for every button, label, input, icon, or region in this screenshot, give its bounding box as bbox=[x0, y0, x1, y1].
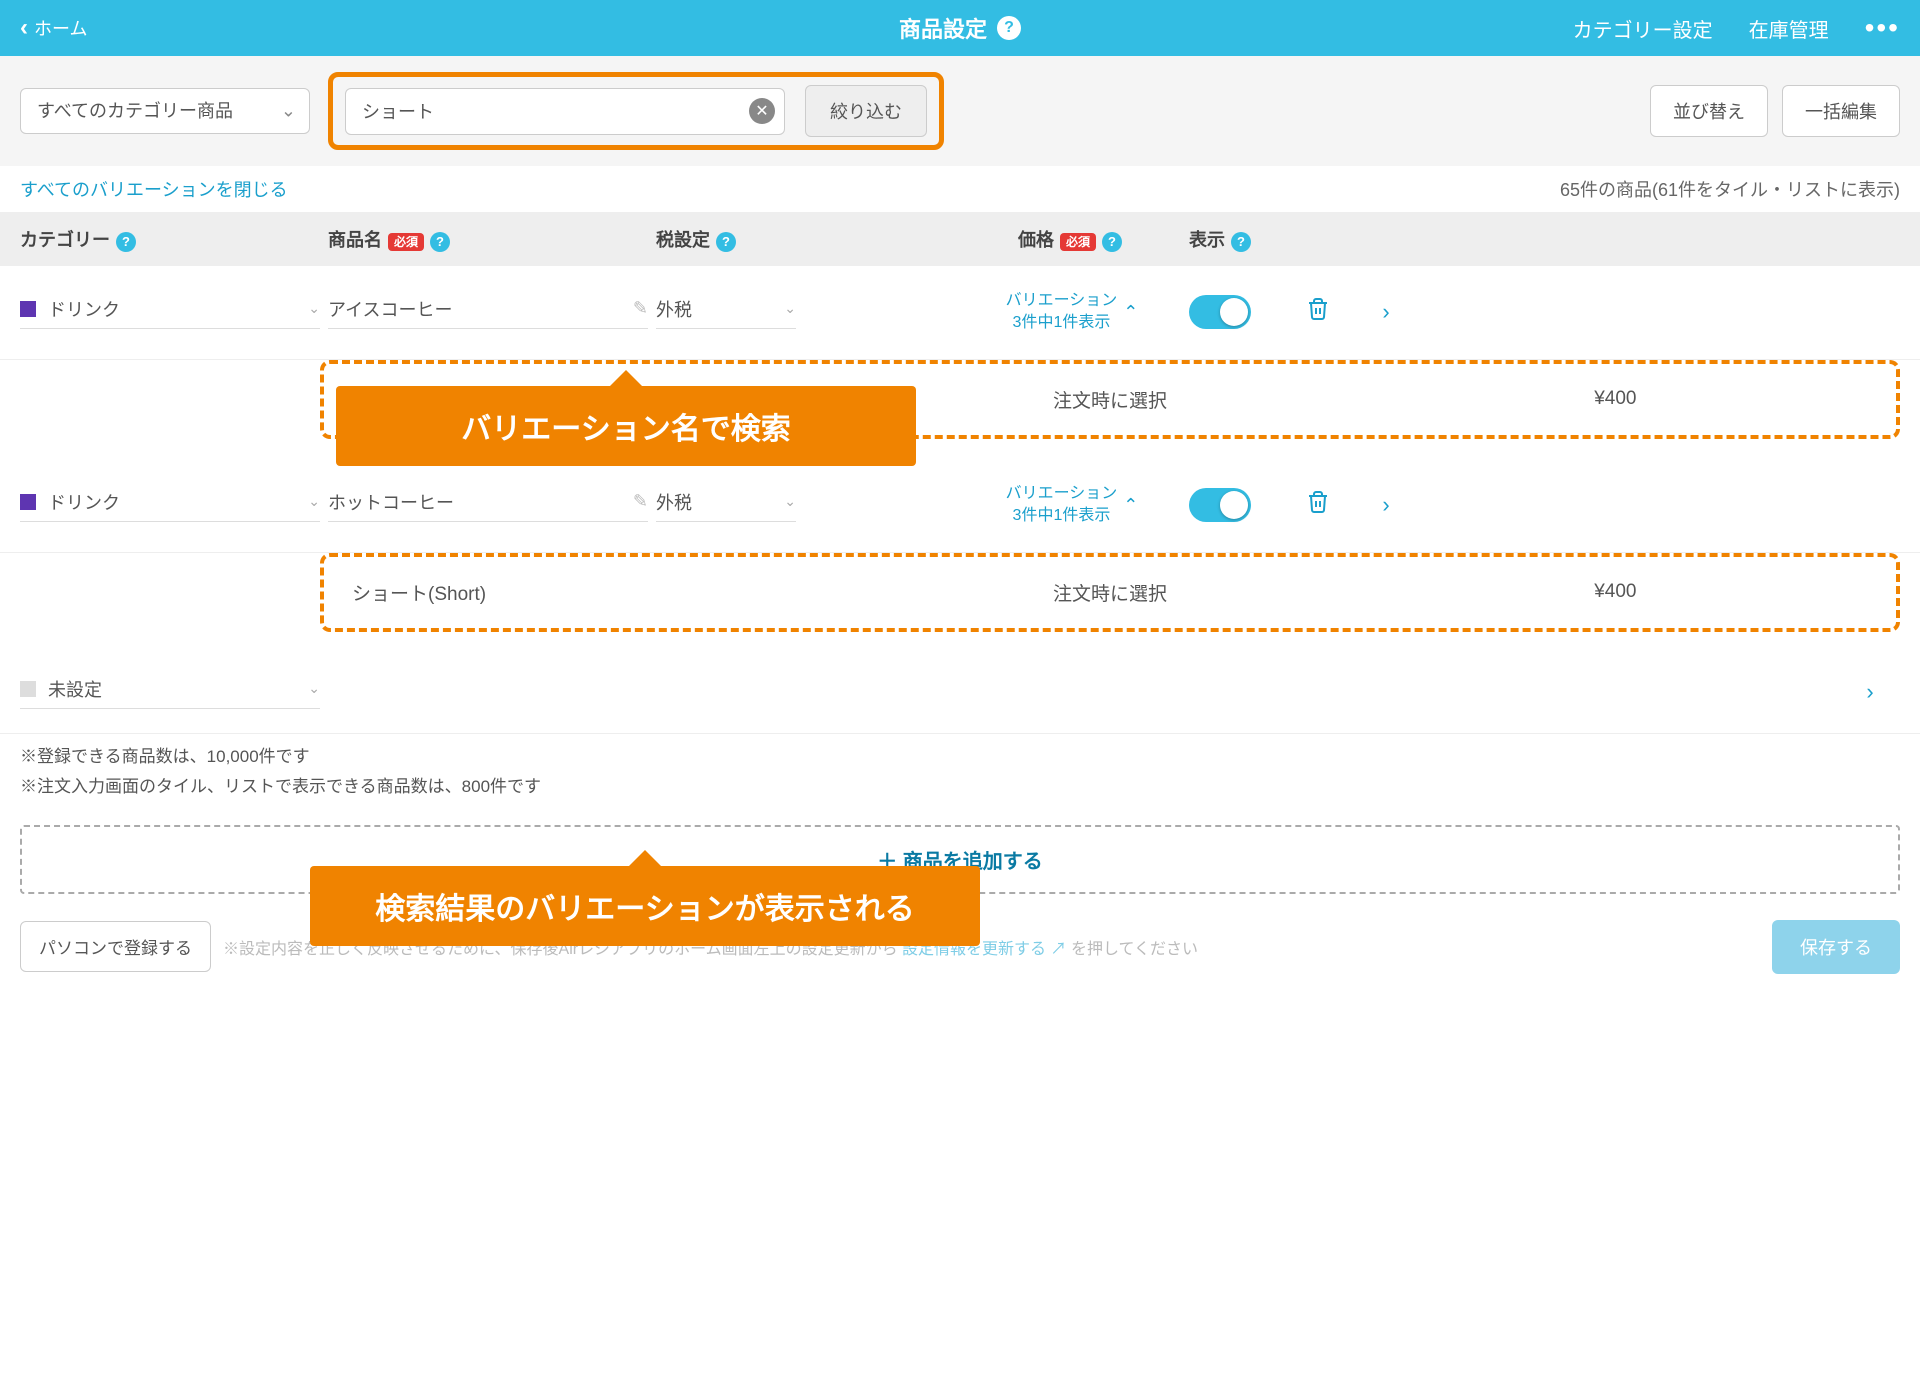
category-field[interactable]: 未設定 ⌄ bbox=[20, 676, 320, 709]
product-name-field[interactable]: ホットコーヒー ✎ bbox=[328, 489, 648, 522]
help-icon[interactable]: ? bbox=[430, 232, 450, 252]
variation-option: 注文時に選択 bbox=[857, 579, 1362, 606]
bulk-edit-button[interactable]: 一括編集 bbox=[1782, 85, 1900, 137]
page-title: 商品設定 bbox=[899, 12, 987, 44]
category-name: ドリンク bbox=[48, 296, 296, 322]
search-input[interactable] bbox=[345, 88, 785, 135]
product-name: アイスコーヒー bbox=[328, 296, 453, 322]
category-field[interactable]: ドリンク ⌄ bbox=[20, 489, 320, 522]
col-tax: 税設定? bbox=[656, 226, 796, 252]
col-name: 商品名必須? bbox=[328, 226, 648, 252]
header-nav: カテゴリー設定 在庫管理 ••• bbox=[1573, 14, 1900, 43]
variation-price: ¥400 bbox=[1363, 388, 1868, 410]
close-all-variations-link[interactable]: すべてのバリエーションを閉じる bbox=[20, 176, 288, 202]
category-name: 未設定 bbox=[48, 676, 296, 702]
category-field[interactable]: ドリンク ⌄ bbox=[20, 296, 320, 329]
tax-value: 外税 bbox=[656, 489, 692, 515]
col-display: 表示? bbox=[1160, 226, 1280, 252]
search-highlight-box: ✕ 絞り込む bbox=[328, 72, 944, 150]
trash-icon[interactable] bbox=[1288, 297, 1348, 328]
chevron-up-icon: ⌃ bbox=[1123, 302, 1138, 323]
product-row: 未設定 ⌄ › bbox=[0, 652, 1920, 734]
chevron-right-icon[interactable]: › bbox=[1840, 679, 1900, 705]
help-icon[interactable]: ? bbox=[1102, 232, 1122, 252]
category-select[interactable]: すべてのカテゴリー商品 bbox=[20, 88, 310, 134]
category-color-swatch bbox=[20, 494, 36, 510]
category-color-swatch bbox=[20, 301, 36, 317]
tax-field[interactable]: 外税 ⌄ bbox=[656, 489, 796, 522]
chevron-down-icon: ⌄ bbox=[784, 493, 796, 510]
back-button[interactable]: ‹ ホーム bbox=[20, 14, 87, 42]
variation-link[interactable]: バリエーション3件中1件表示 ⌃ bbox=[992, 483, 1152, 528]
chevron-right-icon[interactable]: › bbox=[1356, 299, 1416, 325]
category-color-swatch bbox=[20, 681, 36, 697]
chevron-up-icon: ⌃ bbox=[1123, 495, 1138, 516]
chevron-down-icon: ⌄ bbox=[308, 300, 320, 317]
back-label: ホーム bbox=[34, 15, 87, 41]
display-toggle[interactable] bbox=[1189, 488, 1251, 522]
product-name: ホットコーヒー bbox=[328, 489, 454, 515]
product-row: ドリンク ⌄ ホットコーヒー ✎ 外税 ⌄ バリエーション3件中1件表示 ⌃ › bbox=[0, 459, 1920, 553]
col-price: 価格必須? bbox=[992, 226, 1152, 252]
sort-button[interactable]: 並び替え bbox=[1650, 85, 1768, 137]
variation-name: ショート(Short) bbox=[352, 579, 857, 606]
variation-price: ¥400 bbox=[1363, 581, 1868, 603]
required-badge: 必須 bbox=[1060, 233, 1096, 251]
product-name-field[interactable]: アイスコーヒー ✎ bbox=[328, 296, 648, 329]
filter-button[interactable]: 絞り込む bbox=[805, 85, 927, 137]
chevron-down-icon: ⌄ bbox=[308, 680, 320, 697]
nav-stock-management[interactable]: 在庫管理 bbox=[1749, 14, 1829, 43]
variation-link[interactable]: バリエーション3件中1件表示 ⌃ bbox=[992, 290, 1152, 335]
help-icon[interactable]: ? bbox=[1231, 232, 1251, 252]
app-header: ‹ ホーム 商品設定 ? カテゴリー設定 在庫管理 ••• bbox=[0, 0, 1920, 56]
col-category: カテゴリー? bbox=[20, 226, 320, 252]
chevron-right-icon[interactable]: › bbox=[1356, 492, 1416, 518]
chevron-down-icon: ⌄ bbox=[784, 300, 796, 317]
chevron-down-icon: ⌄ bbox=[308, 493, 320, 510]
notes-section: ※登録できる商品数は、10,000件です ※注文入力画面のタイル、リストで表示で… bbox=[0, 734, 1920, 811]
chevron-left-icon: ‹ bbox=[20, 14, 28, 42]
display-toggle[interactable] bbox=[1189, 295, 1251, 329]
note-line: ※注文入力画面のタイル、リストで表示できる商品数は、800件です bbox=[20, 772, 1900, 803]
help-icon[interactable]: ? bbox=[116, 232, 136, 252]
page-title-group: 商品設定 ? bbox=[899, 12, 1021, 44]
nav-category-settings[interactable]: カテゴリー設定 bbox=[1573, 14, 1713, 43]
variation-result-box: ショート(Short) 注文時に選択 ¥400 bbox=[320, 553, 1900, 632]
note-line: ※登録できる商品数は、10,000件です bbox=[20, 742, 1900, 773]
pencil-icon: ✎ bbox=[633, 298, 648, 319]
pc-register-button[interactable]: パソコンで登録する bbox=[20, 921, 211, 972]
trash-icon[interactable] bbox=[1288, 490, 1348, 521]
item-count-text: 65件の商品(61件をタイル・リストに表示) bbox=[1560, 176, 1900, 202]
product-row: ドリンク ⌄ アイスコーヒー ✎ 外税 ⌄ バリエーション3件中1件表示 ⌃ › bbox=[0, 266, 1920, 360]
category-name: ドリンク bbox=[48, 489, 296, 515]
more-icon[interactable]: ••• bbox=[1865, 14, 1900, 42]
toolbar: すべてのカテゴリー商品 ⌄ ✕ 絞り込む 並び替え 一括編集 bbox=[0, 56, 1920, 166]
callout-search-result: 検索結果のバリエーションが表示される bbox=[310, 866, 980, 946]
help-icon[interactable]: ? bbox=[997, 16, 1021, 40]
variation-option: 注文時に選択 bbox=[857, 386, 1362, 413]
sub-toolbar: すべてのバリエーションを閉じる 65件の商品(61件をタイル・リストに表示) bbox=[0, 166, 1920, 212]
help-icon[interactable]: ? bbox=[716, 232, 736, 252]
pencil-icon: ✎ bbox=[633, 491, 648, 512]
tax-field[interactable]: 外税 ⌄ bbox=[656, 296, 796, 329]
callout-search-by-variation: バリエーション名で検索 bbox=[336, 386, 916, 466]
column-headers: カテゴリー? 商品名必須? 税設定? 価格必須? 表示? bbox=[0, 212, 1920, 266]
save-button[interactable]: 保存する bbox=[1772, 920, 1900, 974]
tax-value: 外税 bbox=[656, 296, 692, 322]
required-badge: 必須 bbox=[388, 233, 424, 251]
clear-icon[interactable]: ✕ bbox=[749, 98, 775, 124]
